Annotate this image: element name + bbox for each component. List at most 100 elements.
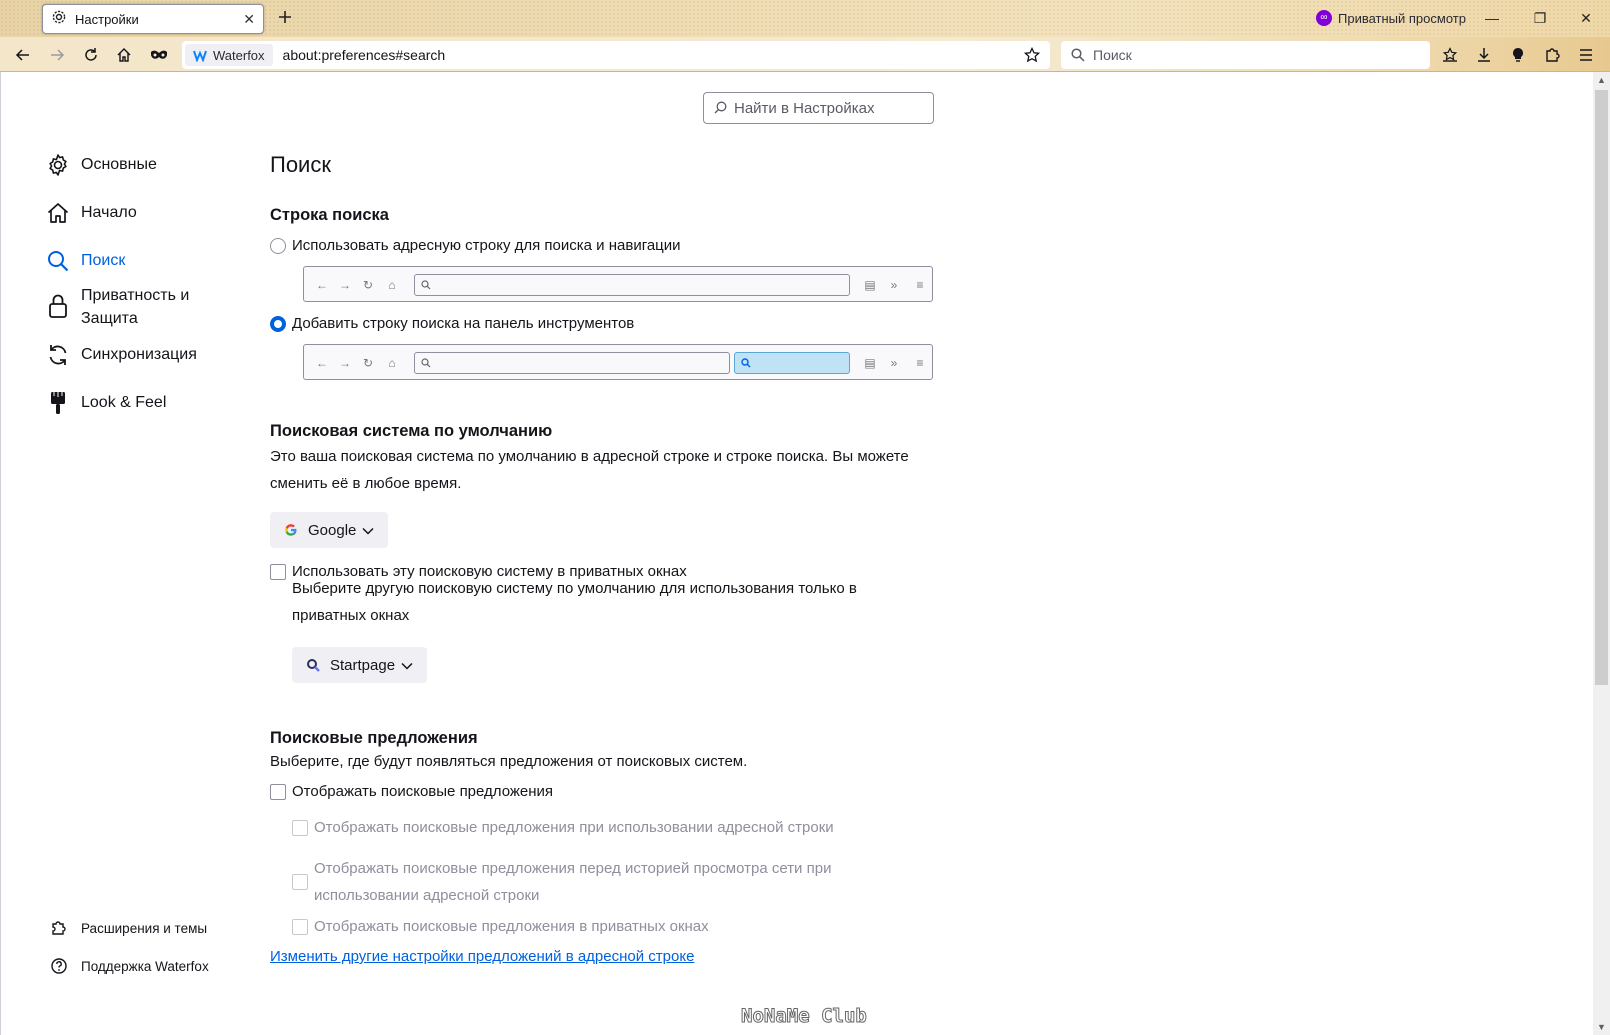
home-icon: ⌂	[388, 278, 396, 292]
search-icon	[741, 358, 751, 368]
default-engine-dropdown[interactable]: Google	[270, 512, 389, 548]
tab-settings[interactable]: Настройки ✕	[42, 4, 264, 34]
sidebar-icon: ▤	[864, 356, 876, 370]
checkbox[interactable]	[292, 874, 308, 890]
page-title: Поиск	[270, 152, 331, 177]
urlbar-suggestion-settings-link[interactable]: Изменить другие настройки предложений в …	[270, 948, 694, 965]
private-engine-description: Выберите другую поисковую систему по умо…	[292, 580, 857, 624]
vertical-scrollbar[interactable]: ▲ ▼	[1593, 72, 1610, 1035]
window-close-button[interactable]: ✕	[1574, 6, 1598, 30]
radio-add-searchbar[interactable]: Добавить строку поиска на панель инструм…	[270, 315, 634, 332]
preview-address-bar	[414, 274, 850, 296]
sidebar-item-sync[interactable]: Синхронизация	[45, 342, 197, 368]
radio-use-addressbar[interactable]: Использовать адресную строку для поиска …	[270, 237, 681, 254]
search-icon	[421, 358, 431, 368]
search-icon	[421, 280, 431, 290]
search-icon	[714, 101, 727, 114]
help-icon	[49, 956, 69, 976]
extensions-button[interactable]	[1538, 41, 1566, 69]
waterfox-logo-icon	[193, 50, 207, 62]
identity-label: Waterfox	[213, 47, 265, 63]
private-mode-button[interactable]	[145, 41, 173, 69]
minimize-button[interactable]: —	[1480, 6, 1504, 30]
hamburger-menu-icon: ≡	[916, 356, 924, 370]
close-icon[interactable]: ✕	[243, 11, 255, 28]
sync-icon	[45, 342, 71, 368]
forward-button[interactable]	[43, 41, 71, 69]
radio-label: Добавить строку поиска на панель инструм…	[292, 315, 635, 332]
waterfox-support-label: Поддержка Waterfox	[81, 958, 209, 974]
scrollbar-thumb[interactable]	[1595, 90, 1608, 685]
checkbox[interactable]	[270, 563, 286, 580]
new-tab-button[interactable]	[273, 7, 297, 31]
private-browsing-indicator: ∞ Приватный просмотр	[1316, 10, 1466, 26]
suggestions-description: Выберите, где будут появляться предложен…	[270, 753, 748, 770]
sidebar-item-privacy[interactable]: Приватность и Защита	[45, 283, 201, 330]
preferences-search-input[interactable]: Найти в Настройках	[703, 92, 934, 124]
url-text[interactable]: about:preferences#search	[283, 47, 1024, 63]
toolbar-preview-unified: ← → ↻ ⌂ ▤ » ≡	[303, 266, 933, 302]
sidebar-item-label: Основные	[81, 156, 157, 173]
sidebar-item-home[interactable]: Начало	[45, 200, 137, 226]
arrow-right-icon: →	[339, 278, 351, 292]
sidebar-item-label: Начало	[81, 204, 137, 221]
dropdown-value: Google	[308, 521, 357, 539]
reload-button[interactable]	[77, 41, 105, 69]
search-icon	[45, 248, 71, 274]
watermark: NoNaMe Club	[741, 1005, 868, 1028]
google-logo-icon	[284, 523, 298, 537]
chevron-down-icon	[362, 522, 374, 539]
sidebar-icon: ▤	[864, 278, 876, 292]
bookmark-tray-icon	[1442, 47, 1458, 62]
gear-icon	[51, 9, 67, 30]
hamburger-menu-icon: ≡	[916, 278, 924, 292]
preview-address-bar	[414, 352, 730, 374]
overflow-chevron-icon: »	[890, 278, 898, 292]
dropdown-value: Startpage	[330, 656, 396, 674]
radio-button[interactable]	[270, 237, 286, 254]
url-bar[interactable]: Waterfox about:preferences#search	[182, 41, 1050, 69]
home-button[interactable]	[110, 41, 138, 69]
extensions-themes-label: Расширения и темы	[81, 920, 208, 936]
extensions-themes-link[interactable]: Расширения и темы	[49, 918, 207, 938]
restore-button[interactable]: ❐	[1528, 6, 1552, 30]
suggestions-heading: Поисковые предложения	[270, 729, 478, 747]
checkbox-show-suggestions[interactable]: Отображать поисковые предложения	[270, 783, 553, 800]
sidebar-item-label: Синхронизация	[81, 346, 197, 363]
hamburger-menu-icon	[1580, 49, 1592, 61]
sidebar-item-general[interactable]: Основные	[45, 152, 157, 178]
checkbox[interactable]	[292, 918, 308, 935]
checkbox[interactable]	[292, 819, 308, 836]
default-engine-heading: Поисковая система по умолчанию	[270, 422, 553, 440]
checkbox[interactable]	[270, 783, 286, 800]
tab-title: Настройки	[75, 11, 139, 27]
scroll-down-arrow-icon[interactable]: ▼	[1593, 1019, 1610, 1035]
home-icon: ⌂	[388, 356, 396, 370]
private-engine-dropdown[interactable]: Startpage	[292, 647, 428, 683]
checkbox-suggestions-in-urlbar[interactable]: Отображать поисковые предложения при исп…	[292, 819, 834, 836]
save-to-pocket-button[interactable]	[1436, 41, 1464, 69]
checkbox-suggestions-in-private[interactable]: Отображать поисковые предложения в прива…	[292, 918, 709, 935]
app-menu-button[interactable]	[1572, 41, 1600, 69]
chevron-down-icon	[401, 657, 413, 674]
radio-button-selected[interactable]	[270, 315, 286, 332]
waterfox-support-link[interactable]: Поддержка Waterfox	[49, 956, 209, 976]
bookmark-star-icon[interactable]	[1024, 47, 1040, 63]
identity-box[interactable]: Waterfox	[185, 44, 273, 66]
scroll-up-arrow-icon[interactable]: ▲	[1593, 72, 1610, 88]
back-button[interactable]	[9, 41, 37, 69]
lightbulb-button[interactable]	[1504, 41, 1532, 69]
checkbox-label: Отображать поисковые предложения перед и…	[314, 860, 832, 904]
brush-icon	[45, 390, 71, 416]
checkbox-suggestions-before-history[interactable]: Отображать поисковые предложения перед и…	[292, 855, 854, 909]
puzzle-icon	[1546, 48, 1560, 62]
checkbox-label: Отображать поисковые предложения при исп…	[314, 819, 834, 836]
sidebar-item-label: Look & Feel	[81, 394, 167, 411]
sidebar-item-look-and-feel[interactable]: Look & Feel	[45, 390, 166, 416]
downloads-button[interactable]	[1470, 41, 1498, 69]
reload-icon: ↻	[362, 278, 374, 292]
search-bar[interactable]: Поиск	[1061, 41, 1430, 69]
sidebar-item-search[interactable]: Поиск	[45, 248, 125, 274]
startpage-logo-icon	[306, 658, 320, 672]
navigation-toolbar: Waterfox about:preferences#search Поиск	[0, 37, 1610, 72]
